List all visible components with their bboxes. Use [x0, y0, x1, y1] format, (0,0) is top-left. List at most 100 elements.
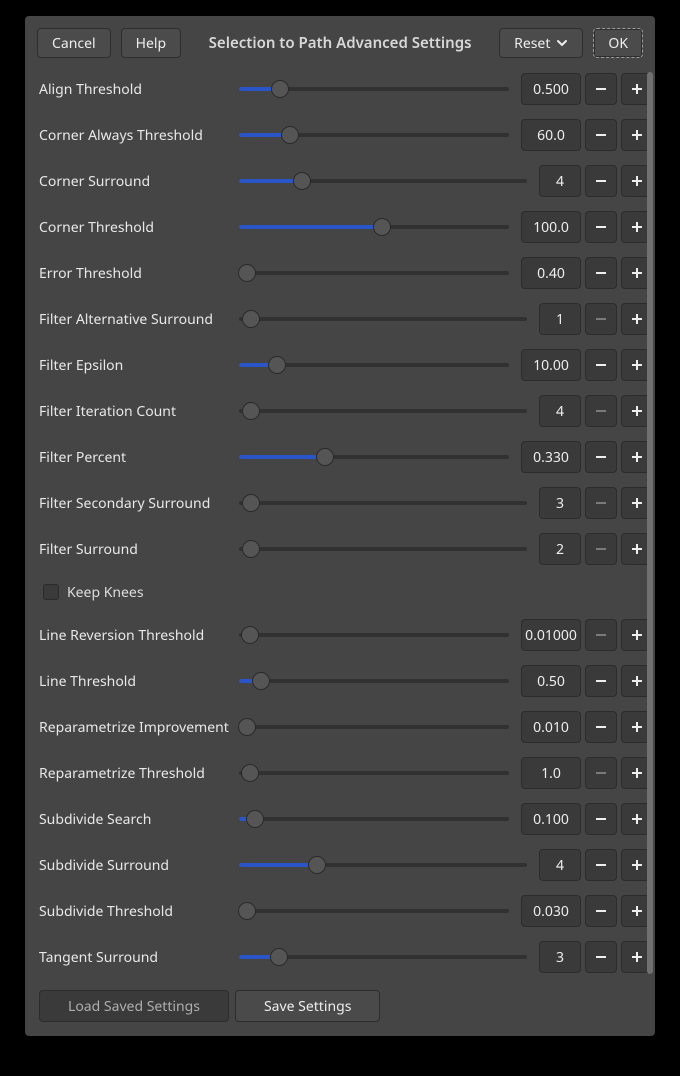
scrollbar[interactable] — [647, 72, 653, 974]
param-row-corner-surround: Corner Surround4 — [39, 158, 653, 204]
param-value[interactable]: 3 — [539, 487, 581, 519]
param-value[interactable]: 0.40 — [521, 257, 581, 289]
param-value[interactable]: 100.0 — [521, 211, 581, 243]
param-slider[interactable] — [239, 948, 527, 966]
param-slider[interactable] — [239, 448, 509, 466]
param-slider[interactable] — [239, 672, 509, 690]
decrement-button — [585, 619, 617, 651]
param-value[interactable]: 0.100 — [521, 803, 581, 835]
param-slider[interactable] — [239, 626, 509, 644]
param-row-reparametrize-threshold: Reparametrize Threshold1.0 — [39, 750, 653, 796]
param-value[interactable]: 60.0 — [521, 119, 581, 151]
param-slider[interactable] — [239, 264, 509, 282]
param-value[interactable]: 0.330 — [521, 441, 581, 473]
param-row-corner-threshold: Corner Threshold 100.0 — [39, 204, 653, 250]
load-saved-settings-button[interactable]: Load Saved Settings — [39, 990, 229, 1022]
decrement-button[interactable] — [585, 441, 617, 473]
param-slider[interactable] — [239, 810, 509, 828]
param-slider[interactable] — [239, 902, 509, 920]
decrement-button[interactable] — [585, 803, 617, 835]
param-slider[interactable] — [239, 80, 509, 98]
dialog-window: Cancel Help Selection to Path Advanced S… — [25, 16, 655, 1036]
top-bar: Cancel Help Selection to Path Advanced S… — [25, 16, 655, 66]
decrement-button[interactable] — [585, 211, 617, 243]
keep-knees-label: Keep Knees — [67, 583, 144, 602]
reset-label: Reset — [514, 34, 550, 53]
footer-bar: Load Saved Settings Save Settings — [25, 982, 655, 1036]
decrement-button[interactable] — [585, 119, 617, 151]
param-label: Filter Surround — [39, 540, 239, 559]
keep-knees-checkbox[interactable] — [43, 584, 59, 600]
keep-knees-row: Keep Knees — [39, 572, 653, 612]
param-value[interactable]: 4 — [539, 395, 581, 427]
decrement-button[interactable] — [585, 257, 617, 289]
decrement-button[interactable] — [585, 349, 617, 381]
param-label: Filter Iteration Count — [39, 402, 239, 421]
decrement-button[interactable] — [585, 665, 617, 697]
decrement-button[interactable] — [585, 73, 617, 105]
param-label: Error Threshold — [39, 264, 239, 283]
param-row-filter-percent: Filter Percent0.330 — [39, 434, 653, 480]
param-row-line-reversion-threshold: Line Reversion Threshold 0.01000 — [39, 612, 653, 658]
param-slider[interactable] — [239, 764, 509, 782]
decrement-button — [585, 487, 617, 519]
save-settings-button[interactable]: Save Settings — [235, 990, 380, 1022]
param-row-filter-alternative-surround: Filter Alternative Surround 1 — [39, 296, 653, 342]
ok-button[interactable]: OK — [593, 28, 643, 58]
param-slider[interactable] — [239, 172, 527, 190]
decrement-button — [585, 533, 617, 565]
param-label: Subdivide Threshold — [39, 902, 239, 921]
param-row-line-threshold: Line Threshold 0.50 — [39, 658, 653, 704]
param-label: Subdivide Surround — [39, 856, 239, 875]
param-row-error-threshold: Error Threshold 0.40 — [39, 250, 653, 296]
param-label: Corner Threshold — [39, 218, 239, 237]
param-label: Filter Alternative Surround — [39, 310, 239, 329]
param-value[interactable]: 0.50 — [521, 665, 581, 697]
param-slider[interactable] — [239, 402, 527, 420]
param-value[interactable]: 1 — [539, 303, 581, 335]
param-label: Tangent Surround — [39, 948, 239, 967]
cancel-button[interactable]: Cancel — [37, 28, 111, 58]
param-label: Line Threshold — [39, 672, 239, 691]
decrement-button[interactable] — [585, 711, 617, 743]
param-slider[interactable] — [239, 310, 527, 328]
param-value[interactable]: 10.00 — [521, 349, 581, 381]
param-slider[interactable] — [239, 540, 527, 558]
param-value[interactable]: 0.01000 — [521, 619, 581, 651]
param-value[interactable]: 2 — [539, 533, 581, 565]
param-row-reparametrize-improvement: Reparametrize Improvement 0.010 — [39, 704, 653, 750]
param-value[interactable]: 3 — [539, 941, 581, 973]
help-button[interactable]: Help — [121, 28, 182, 58]
decrement-button[interactable] — [585, 165, 617, 197]
param-label: Reparametrize Improvement — [39, 718, 239, 737]
param-row-filter-epsilon: Filter Epsilon 10.00 — [39, 342, 653, 388]
decrement-button — [585, 303, 617, 335]
param-row-align-threshold: Align Threshold 0.500 — [39, 66, 653, 112]
param-slider[interactable] — [239, 856, 527, 874]
decrement-button[interactable] — [585, 849, 617, 881]
param-slider[interactable] — [239, 356, 509, 374]
dialog-title: Selection to Path Advanced Settings — [191, 33, 489, 53]
param-slider[interactable] — [239, 718, 509, 736]
param-label: Align Threshold — [39, 80, 239, 99]
param-slider[interactable] — [239, 494, 527, 512]
param-label: Filter Epsilon — [39, 356, 239, 375]
decrement-button[interactable] — [585, 895, 617, 927]
param-slider[interactable] — [239, 126, 509, 144]
parameter-list: Align Threshold0.500Corner Always Thresh… — [39, 66, 653, 980]
decrement-button[interactable] — [585, 941, 617, 973]
param-value[interactable]: 4 — [539, 165, 581, 197]
param-label: Filter Secondary Surround — [39, 494, 239, 513]
param-row-subdivide-search: Subdivide Search0.100 — [39, 796, 653, 842]
param-label: Line Reversion Threshold — [39, 626, 239, 645]
param-value[interactable]: 0.010 — [521, 711, 581, 743]
param-row-filter-secondary-surround: Filter Secondary Surround 3 — [39, 480, 653, 526]
param-slider[interactable] — [239, 218, 509, 236]
param-row-filter-surround: Filter Surround 2 — [39, 526, 653, 572]
param-row-tangent-surround: Tangent Surround 3 — [39, 934, 653, 980]
reset-button[interactable]: Reset — [499, 28, 583, 58]
param-value[interactable]: 1.0 — [521, 757, 581, 789]
param-value[interactable]: 0.030 — [521, 895, 581, 927]
param-value[interactable]: 0.500 — [521, 73, 581, 105]
param-value[interactable]: 4 — [539, 849, 581, 881]
